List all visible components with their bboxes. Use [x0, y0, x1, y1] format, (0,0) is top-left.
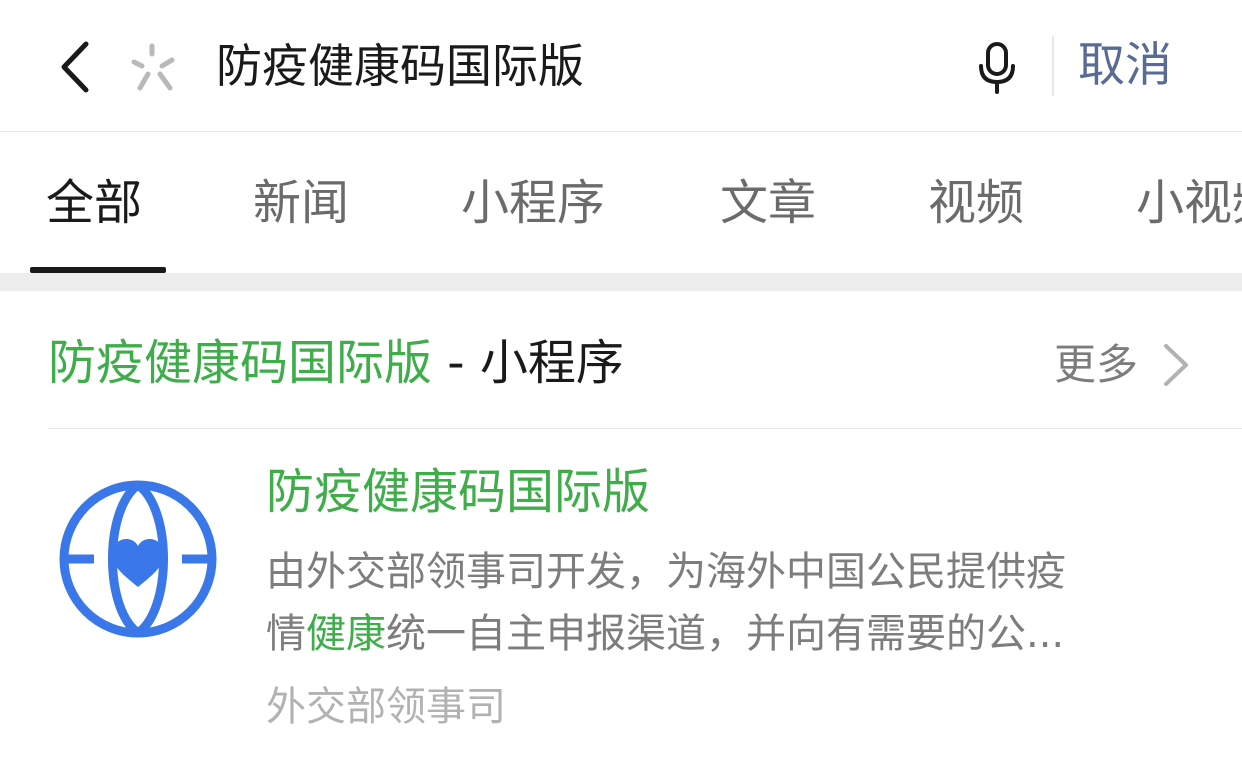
- search-bar: 防疫健康码国际版 取消: [0, 0, 1242, 132]
- description-line: 由外交部领事司开发，为海外中国公民提供疫: [266, 549, 1066, 595]
- more-label: 更多: [1054, 340, 1139, 389]
- result-source: 外交部领事司: [266, 684, 506, 730]
- cancel-button[interactable]: 取消: [1078, 30, 1172, 102]
- tab-news[interactable]: 新闻: [253, 171, 349, 235]
- search-input[interactable]: 防疫健康码国际版: [216, 28, 916, 104]
- result-description: 由外交部领事司开发，为海外中国公民提供疫 情健康统一自主申报渠道，并向有需要的公…: [266, 541, 1196, 665]
- microphone-icon[interactable]: [976, 40, 1018, 96]
- section-type: - 小程序: [432, 335, 624, 391]
- description-highlight: 健康: [306, 611, 386, 657]
- chevron-right-icon: [1160, 342, 1192, 388]
- tab-articles[interactable]: 文章: [720, 171, 816, 235]
- back-icon[interactable]: [52, 36, 102, 98]
- tab-mini-program[interactable]: 小程序: [461, 171, 605, 235]
- section-separator: [0, 273, 1242, 291]
- section-keyword: 防疫健康码国际版: [48, 335, 433, 391]
- tab-short-videos[interactable]: 小视频: [1136, 171, 1242, 235]
- tab-all[interactable]: 全部: [46, 171, 142, 235]
- description-text: 情: [266, 611, 306, 657]
- more-button[interactable]: 更多: [1054, 334, 1192, 396]
- tab-videos[interactable]: 视频: [928, 171, 1024, 235]
- weixin-search-icon: [128, 40, 184, 96]
- mini-program-result[interactable]: 防疫健康码国际版 由外交部领事司开发，为海外中国公民提供疫 情健康统一自主申报渠…: [0, 429, 1242, 777]
- category-tabs: 全部 新闻 小程序 文章 视频 小视频: [0, 133, 1242, 273]
- description-line: 情健康统一自主申报渠道，并向有需要的公...: [266, 603, 1196, 665]
- section-title: 防疫健康码国际版 - 小程序: [48, 330, 624, 396]
- search-divider: [1052, 36, 1054, 96]
- globe-heart-logo-icon: [56, 477, 220, 641]
- result-title[interactable]: 防疫健康码国际版: [266, 459, 650, 525]
- description-text: 统一自主申报渠道，并向有需要的公...: [386, 611, 1065, 657]
